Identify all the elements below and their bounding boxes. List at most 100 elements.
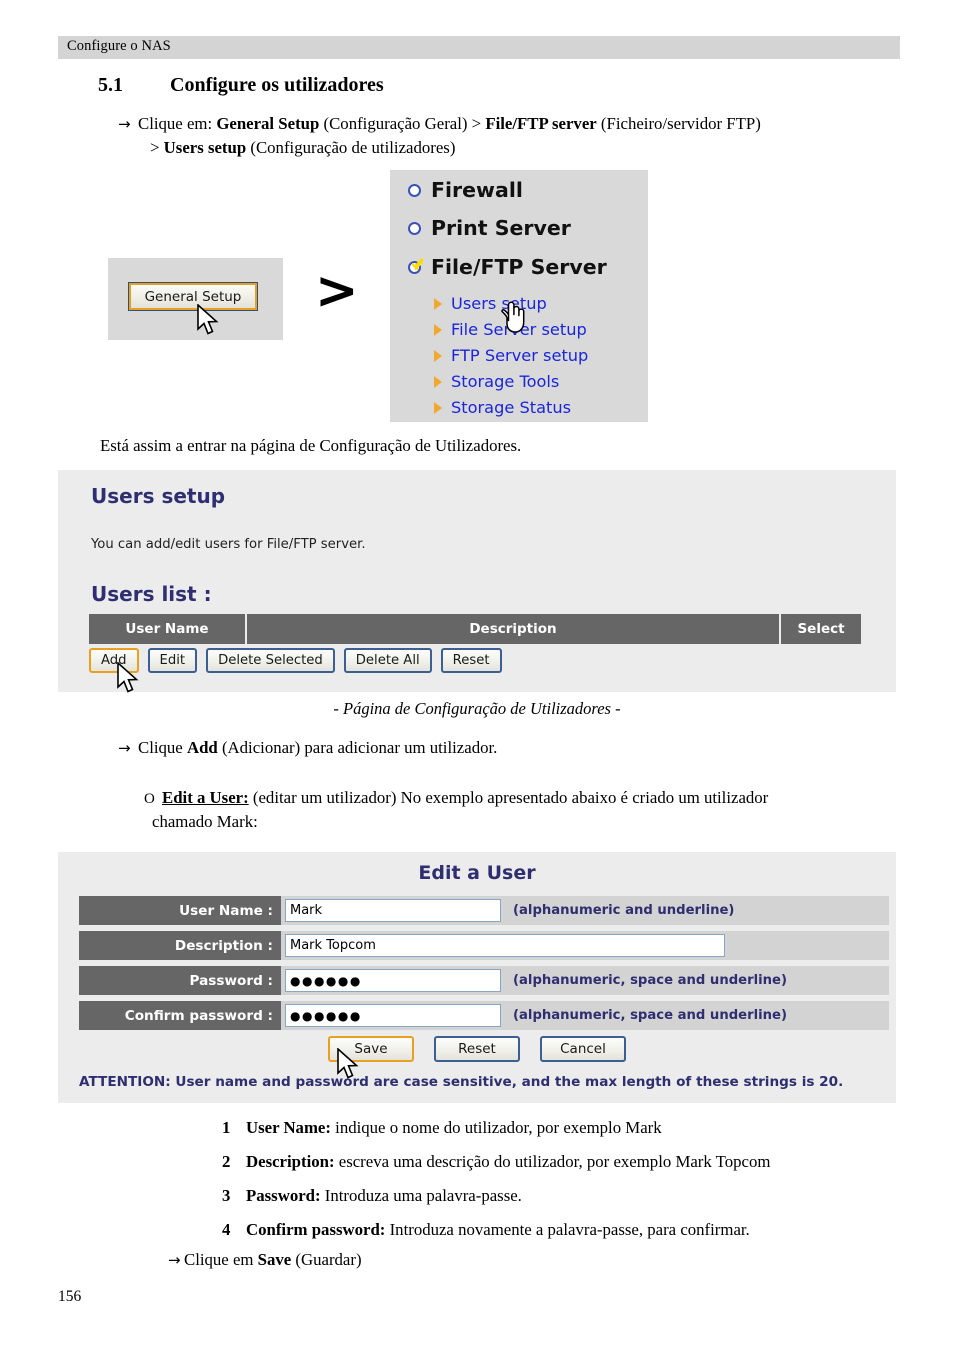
step-bold-fileftp-server: File/FTP server (485, 114, 597, 133)
step-number: 3 (222, 1186, 231, 1205)
step-instruction-line-2: > Users setup (Configuração de utilizado… (150, 136, 455, 160)
step-number: 1 (222, 1118, 231, 1137)
arrow-marker-icon: → (168, 1251, 181, 1269)
submenu-item-storage-tools-label: Storage Tools (451, 372, 560, 391)
description-input[interactable]: Mark Topcom (285, 934, 725, 957)
column-header-description: Description (247, 614, 781, 644)
submenu-item-users-setup[interactable]: Users setup (434, 294, 547, 313)
step-body: escreva uma descrição do utilizador, por… (334, 1152, 771, 1171)
section-title: Configure os utilizadores (170, 74, 384, 96)
step-bold-general-setup: General Setup (216, 114, 320, 133)
password-input[interactable]: ●●●●●● (285, 969, 501, 992)
step-text-a: Clique em: (138, 114, 217, 133)
click-add-text-a: Clique (138, 738, 187, 757)
form-row-confirm-password: Confirm password : ●●●●●● (alphanumeric,… (79, 1001, 889, 1030)
users-list-title: Users list : (91, 582, 212, 606)
radio-checked-icon[interactable] (408, 257, 423, 274)
submenu-item-file-server-setup-label: File Server setup (451, 320, 587, 339)
edit-user-term: Edit a User: (162, 788, 249, 807)
final-click-text-a: Clique em (184, 1250, 258, 1269)
running-header-text: Configure o NAS (67, 38, 171, 54)
step-number: 4 (222, 1220, 231, 1239)
edit-user-description-line-2: chamado Mark: (152, 812, 258, 831)
hint-user-name: (alphanumeric and underline) (513, 903, 735, 918)
radio-unchecked-icon[interactable] (408, 183, 421, 197)
users-setup-screenshot-panel: Users setup You can add/edit users for F… (58, 470, 896, 693)
edit-user-screenshot-panel: Edit a User User Name : Mark (alphanumer… (58, 852, 896, 1103)
step-number: 2 (222, 1152, 231, 1171)
step-body: Introduza novamente a palavra-passe, par… (385, 1220, 750, 1239)
submenu-item-storage-status-label: Storage Status (451, 398, 572, 417)
triangle-bullet-icon (434, 297, 442, 310)
user-name-input[interactable]: Mark (285, 899, 501, 922)
menu-item-print-server[interactable]: Print Server (408, 216, 571, 240)
submenu-item-users-setup-label: Users setup (451, 294, 547, 313)
step-body: Introduza uma palavra-passe. (320, 1186, 522, 1205)
edit-user-rest-text: (editar um utilizador) No exemplo aprese… (248, 788, 769, 807)
general-setup-screenshot-panel: General Setup (108, 258, 283, 340)
submenu-item-storage-status[interactable]: Storage Status (434, 398, 571, 417)
save-button[interactable]: Save (328, 1036, 414, 1062)
submenu-item-storage-tools[interactable]: Storage Tools (434, 372, 559, 391)
users-list-table-header: User Name Description Select (89, 614, 861, 644)
label-user-name: User Name : (79, 896, 281, 925)
triangle-bullet-icon (434, 375, 442, 388)
arrow-marker-icon: → (118, 739, 131, 757)
section-number: 5.1 (98, 74, 123, 96)
numbered-step-3: 3 Password: Introduza uma palavra-passe. (222, 1186, 522, 1206)
numbered-step-2: 2 Description: escreva uma descrição do u… (222, 1152, 770, 1172)
delete-all-button[interactable]: Delete All (343, 648, 432, 673)
form-row-description: Description : Mark Topcom (79, 931, 889, 960)
add-button[interactable]: Add (89, 648, 139, 673)
step-instruction-line-1: → Clique em: General Setup (Configuração … (118, 112, 761, 136)
menu-item-file-ftp-server-label: File/FTP Server (431, 255, 607, 279)
radio-unchecked-icon[interactable] (408, 221, 421, 235)
edit-user-title: Edit a User (418, 862, 536, 884)
general-setup-button[interactable]: General Setup (128, 282, 258, 311)
menu-item-firewall[interactable]: Firewall (408, 178, 523, 202)
step2-bold-users-setup: Users setup (163, 138, 247, 157)
hint-password: (alphanumeric, space and underline) (513, 973, 788, 988)
form-row-user-name: User Name : Mark (alphanumeric and under… (79, 896, 889, 925)
edit-user-description-line-1: Ο Edit a User: (editar um utilizador) No … (144, 786, 768, 810)
page-title: 5.1 Configure os utilizadores (98, 74, 384, 97)
label-password: Password : (79, 966, 281, 995)
submenu-item-ftp-server-setup-label: FTP Server setup (451, 346, 589, 365)
triangle-bullet-icon (434, 401, 442, 414)
click-add-text-c: (Adicionar) para adicionar um utilizador… (217, 738, 498, 757)
submenu-item-ftp-server-setup[interactable]: FTP Server setup (434, 346, 588, 365)
column-header-user-name: User Name (89, 614, 247, 644)
submenu-item-file-server-setup[interactable]: File Server setup (434, 320, 587, 339)
edit-button[interactable]: Edit (147, 648, 198, 673)
final-click-text-c: (Guardar) (291, 1250, 362, 1269)
menu-item-print-server-label: Print Server (431, 216, 571, 240)
click-add-instruction: → Clique Add (Adicionar) para adicionar u… (118, 736, 497, 760)
hint-confirm-password: (alphanumeric, space and underline) (513, 1008, 788, 1023)
step-term: Password: (246, 1186, 321, 1205)
arrow-marker-icon: → (118, 115, 131, 133)
column-header-select: Select (781, 614, 861, 644)
circle-bullet-icon: Ο (144, 791, 155, 807)
step-term: User Name: (246, 1118, 331, 1137)
label-confirm-password: Confirm password : (79, 1001, 281, 1030)
step2-text-c: (Configuração de utilizadores) (246, 138, 456, 157)
reset-button[interactable]: Reset (440, 648, 502, 673)
menu-item-file-ftp-server[interactable]: File/FTP Server (408, 255, 607, 279)
confirm-password-input[interactable]: ●●●●●● (285, 1004, 501, 1027)
triangle-bullet-icon (434, 349, 442, 362)
reset-button[interactable]: Reset (434, 1036, 520, 1062)
file-ftp-menu-screenshot-panel: Firewall Print Server File/FTP Server Us… (390, 170, 648, 422)
step-term: Confirm password: (246, 1220, 386, 1239)
form-row-password: Password : ●●●●●● (alphanumeric, space a… (79, 966, 889, 995)
step2-text-a: > (150, 138, 164, 157)
step-body: indique o nome do utilizador, por exempl… (330, 1118, 662, 1137)
click-add-bold: Add (186, 738, 218, 757)
entering-page-text: Está assim a entrar na página de Configu… (100, 436, 522, 455)
users-list-button-row: Add Edit Delete Selected Delete All Rese… (89, 648, 502, 673)
numbered-step-1: 1 User Name: indique o nome do utilizador… (222, 1118, 662, 1138)
step-text-e: (Ficheiro/servidor FTP) (596, 114, 761, 133)
delete-selected-button[interactable]: Delete Selected (206, 648, 335, 673)
cancel-button[interactable]: Cancel (540, 1036, 626, 1062)
step-text-c: (Configuração Geral) > (319, 114, 486, 133)
label-description: Description : (79, 931, 281, 960)
